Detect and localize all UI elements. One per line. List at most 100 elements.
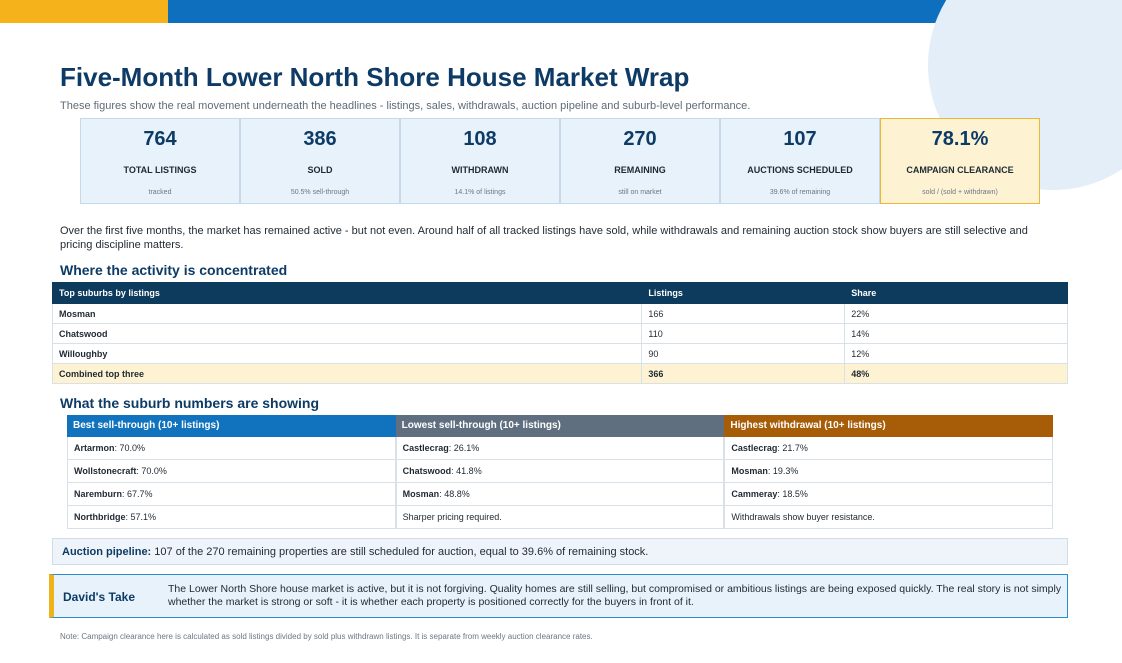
item-value: : 26.1% xyxy=(448,443,480,453)
column-header-share: Share xyxy=(844,282,1068,304)
table-row: Mosman 166 22% xyxy=(51,303,1068,324)
best-sell-through-column: Best sell-through (10+ listings) Artarmo… xyxy=(67,415,396,529)
kpi-subtext: 14.1% of listings xyxy=(454,189,506,196)
item-name: Castlecrag xyxy=(731,443,778,453)
list-item: Chatswood: 41.8% xyxy=(395,460,725,483)
kpi-subtext: tracked xyxy=(148,189,172,196)
kpi-remaining: 270 REMAINING still on market xyxy=(560,118,720,204)
table-cell-listings: 166 xyxy=(641,303,846,324)
page-title: Five-Month Lower North Shore House Marke… xyxy=(60,62,690,92)
pipeline-text: 107 of the 270 remaining properties are … xyxy=(151,546,649,558)
column-header-listings: Listings xyxy=(641,282,846,304)
top-suburbs-table: Top suburbs by listings Listings Share M… xyxy=(51,282,1068,384)
item-name: Castlecrag xyxy=(402,443,449,453)
item-name: Northbridge xyxy=(74,512,126,522)
table-cell-suburb: Mosman xyxy=(51,303,643,324)
auction-pipeline-callout: Auction pipeline: 107 of the 270 remaini… xyxy=(52,538,1068,565)
kpi-label: REMAINING xyxy=(614,165,666,175)
take-text: The Lower North Shore house market is ac… xyxy=(168,583,1062,608)
kpi-label: WITHDRAWN xyxy=(451,165,509,175)
kpi-subtext: still on market xyxy=(618,189,662,196)
list-item: Wollstonecraft: 70.0% xyxy=(67,460,396,483)
item-value: : 18.5% xyxy=(777,489,808,499)
take-label: David's Take xyxy=(63,590,135,604)
table-cell-suburb: Combined top three xyxy=(51,363,643,384)
table-cell-listings: 110 xyxy=(641,323,846,344)
item-name: Mosman xyxy=(731,466,768,476)
table-header-row: Top suburbs by listings Listings Share xyxy=(51,282,1068,304)
activity-heading: Where the activity is concentrated xyxy=(60,262,288,278)
table-cell-listings: 366 xyxy=(641,363,846,384)
pipeline-label: Auction pipeline: xyxy=(62,546,152,558)
list-item: Northbridge: 57.1% xyxy=(67,506,396,529)
list-item: Mosman: 19.3% xyxy=(724,460,1054,483)
list-item: Withdrawals show buyer resistance. xyxy=(724,506,1054,529)
table-cell-suburb: Chatswood xyxy=(51,323,643,344)
item-value: : 67.7% xyxy=(122,489,153,499)
kpi-value: 107 xyxy=(783,128,817,150)
item-value: : 41.8% xyxy=(451,466,482,476)
footnote: Note: Campaign clearance here is calcula… xyxy=(60,632,593,641)
column-title: Highest withdrawal (10+ listings) xyxy=(724,415,1054,437)
suburb-columns: Best sell-through (10+ listings) Artarmo… xyxy=(67,415,1054,529)
list-item: Cammeray: 18.5% xyxy=(724,483,1054,506)
table-cell-suburb: Willoughby xyxy=(51,343,643,364)
item-name: Naremburn xyxy=(74,489,123,499)
kpi-subtext: sold / (sold + withdrawn) xyxy=(922,189,998,196)
kpi-label: SOLD xyxy=(307,165,333,175)
item-value: : 19.3% xyxy=(767,466,799,476)
table-cell-listings: 90 xyxy=(641,343,846,364)
kpi-strip: 764 TOTAL LISTINGS tracked 386 SOLD 50.5… xyxy=(80,118,1040,204)
kpi-sold: 386 SOLD 50.5% sell-through xyxy=(240,118,400,204)
highest-withdrawal-column: Highest withdrawal (10+ listings) Castle… xyxy=(724,415,1054,529)
table-row: Willoughby 90 12% xyxy=(51,343,1068,364)
item-name: Chatswood xyxy=(402,466,452,476)
kpi-label: CAMPAIGN CLEARANCE xyxy=(906,165,1014,175)
table-cell-share: 14% xyxy=(844,323,1068,344)
table-cell-share: 22% xyxy=(844,303,1068,324)
item-value: : 70.0% xyxy=(136,466,167,476)
column-header-suburbs: Top suburbs by listings xyxy=(51,282,643,304)
kpi-value: 386 xyxy=(303,128,337,150)
davids-take-callout: David's Take The Lower North Shore house… xyxy=(49,574,1068,618)
item-value: : 70.0% xyxy=(114,443,146,453)
table-row: Chatswood 110 14% xyxy=(51,323,1068,344)
kpi-subtext: 39.6% of remaining xyxy=(769,189,831,196)
kpi-label: AUCTIONS SCHEDULED xyxy=(747,165,853,175)
item-name: Cammeray xyxy=(731,489,778,499)
item-value: : 57.1% xyxy=(125,512,157,522)
item-value: Sharper pricing required. xyxy=(402,512,502,522)
page-subtitle: These figures show the real movement und… xyxy=(60,100,751,112)
item-name: Artarmon xyxy=(74,443,115,453)
kpi-campaign-clearance: 78.1% CAMPAIGN CLEARANCE sold / (sold + … xyxy=(880,118,1040,204)
column-title: Lowest sell-through (10+ listings) xyxy=(395,415,725,437)
item-name: Mosman xyxy=(402,489,440,499)
suburbs-heading: What the suburb numbers are showing xyxy=(60,395,320,411)
list-item: Mosman: 48.8% xyxy=(395,483,725,506)
item-value: Withdrawals show buyer resistance. xyxy=(731,512,875,522)
column-title: Best sell-through (10+ listings) xyxy=(67,415,396,437)
table-cell-share: 12% xyxy=(844,343,1068,364)
list-item: Artarmon: 70.0% xyxy=(67,437,396,460)
table-row-total: Combined top three 366 48% xyxy=(51,363,1068,384)
item-name: Wollstonecraft xyxy=(74,466,137,476)
list-item: Naremburn: 67.7% xyxy=(67,483,396,506)
kpi-value: 270 xyxy=(623,128,657,150)
item-value: : 48.8% xyxy=(439,489,470,499)
list-item: Castlecrag: 21.7% xyxy=(724,437,1054,460)
kpi-auctions-scheduled: 107 AUCTIONS SCHEDULED 39.6% of remainin… xyxy=(720,118,880,204)
kpi-withdrawn: 108 WITHDRAWN 14.1% of listings xyxy=(400,118,560,204)
kpi-value: 764 xyxy=(143,128,177,150)
kpi-subtext: 50.5% sell-through xyxy=(290,189,350,196)
top-bar-accent xyxy=(0,0,168,23)
list-item: Castlecrag: 26.1% xyxy=(395,437,725,460)
kpi-value: 108 xyxy=(463,128,497,150)
kpi-label: TOTAL LISTINGS xyxy=(123,165,197,175)
lowest-sell-through-column: Lowest sell-through (10+ listings) Castl… xyxy=(395,415,725,529)
intro-paragraph: Over the first five months, the market h… xyxy=(60,225,1028,251)
kpi-total-listings: 764 TOTAL LISTINGS tracked xyxy=(80,118,240,204)
list-item: Sharper pricing required. xyxy=(395,506,725,529)
kpi-value: 78.1% xyxy=(931,128,989,150)
table-cell-share: 48% xyxy=(844,363,1068,384)
item-value: : 21.7% xyxy=(777,443,808,453)
